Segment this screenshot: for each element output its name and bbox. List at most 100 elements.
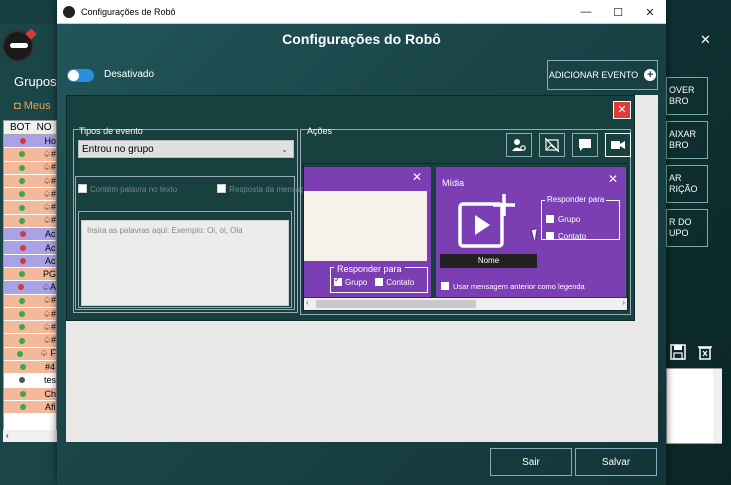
plus-circle-icon: + <box>644 69 657 81</box>
group-name-cell: Ac <box>45 229 56 240</box>
minimize-button[interactable]: — <box>570 0 602 24</box>
bot-status-icon <box>4 297 40 304</box>
respond-contact-checkbox[interactable]: Contato <box>375 278 414 287</box>
table-row[interactable]: Ac <box>4 228 56 242</box>
table-row[interactable]: ♤# <box>4 148 56 162</box>
active-toggle[interactable] <box>67 69 94 82</box>
group-name-cell: PG <box>42 269 56 280</box>
scroll-thumb[interactable] <box>316 300 476 308</box>
contains-word-checkbox[interactable]: Contém palavra no texto <box>78 184 177 194</box>
actions-hscroll[interactable]: ‹ › <box>304 298 627 310</box>
table-row[interactable]: ♤# <box>4 307 56 322</box>
group-name-cell: ♤# <box>42 162 56 173</box>
close-window-button[interactable]: ✕ <box>634 0 666 24</box>
add-event-button[interactable]: ADICIONAR EVENTO + <box>547 60 658 90</box>
bg-remove-member-button[interactable]: OVER BRO <box>666 77 708 115</box>
bot-status-icon <box>4 324 40 331</box>
table-row[interactable]: ♤# <box>4 294 56 308</box>
bot-status-icon <box>4 350 37 357</box>
media-name-label: Nome <box>440 254 537 268</box>
bg-vscroll[interactable] <box>713 369 722 443</box>
bot-status-icon <box>4 311 40 317</box>
action-message-button[interactable] <box>572 133 598 157</box>
bg-icon-row <box>670 344 712 365</box>
table-row[interactable]: Afi <box>4 400 56 415</box>
action-contact-button[interactable] <box>506 133 532 157</box>
group-name-cell: ♤# <box>42 188 56 199</box>
table-row[interactable]: Ho <box>4 135 56 149</box>
user-gear-icon <box>512 139 526 151</box>
exit-button[interactable]: Sair <box>490 448 572 476</box>
bot-status-icon <box>4 271 40 278</box>
bg-close-icon[interactable]: ✕ <box>700 32 711 48</box>
table-row[interactable]: ♤A <box>4 281 56 295</box>
table-row[interactable]: Ac <box>4 241 56 255</box>
bot-status-icon <box>4 191 40 198</box>
respond-to-title: Responder para <box>334 264 405 274</box>
group-name-cell: #4 <box>45 362 56 373</box>
bot-status-icon <box>4 364 42 371</box>
bot-status-icon <box>4 284 39 291</box>
bg-group-button[interactable]: R DO UPO <box>666 209 708 247</box>
action-video-button[interactable] <box>605 133 631 157</box>
bot-status-icon <box>4 257 42 264</box>
app-icon <box>63 5 75 18</box>
add-event-label: ADICIONAR EVENTO <box>548 70 639 80</box>
group-name-cell: Ho <box>44 136 56 147</box>
table-row[interactable]: ♤# <box>4 334 56 348</box>
chevron-down-icon: ⌄ <box>281 145 288 154</box>
respond-group-checkbox[interactable]: Grupo <box>546 215 580 224</box>
table-row[interactable]: PG <box>4 267 56 282</box>
close-card-icon[interactable]: ✕ <box>608 172 618 186</box>
table-row[interactable]: ♤# <box>4 201 56 215</box>
scroll-left-icon[interactable]: ‹ <box>306 298 309 307</box>
words-input[interactable]: Insira as palavras aqui: Exemplo: Oi, oi… <box>81 220 289 306</box>
close-card-icon[interactable]: ✕ <box>412 170 422 184</box>
add-media-icon[interactable] <box>458 194 516 255</box>
group-name-cell: ♤# <box>42 148 56 159</box>
bot-status-icon <box>4 390 41 397</box>
table-row[interactable]: ♤# <box>4 161 56 175</box>
save-button[interactable]: Salvar <box>575 448 657 476</box>
toggle-label: Desativado <box>104 69 155 80</box>
event-panel: ✕ Tipos de evento Entrou no grupo ⌄ Cont… <box>66 95 635 321</box>
table-row[interactable]: ♤# <box>4 174 56 189</box>
scroll-right-icon[interactable]: › <box>622 298 625 307</box>
use-previous-as-caption-checkbox[interactable]: Usar mensagem anterior como legenda <box>441 282 585 291</box>
filter-checkboxes: Contém palavra no texto Resposta da mens… <box>78 184 316 194</box>
robot-settings-window: Configurações de Robô — ☐ ✕ Configuraçõe… <box>57 0 666 485</box>
group-name-cell: tes <box>43 375 56 386</box>
close-event-button[interactable]: ✕ <box>613 101 631 119</box>
bot-status-icon <box>4 377 41 384</box>
text-action-content[interactable] <box>304 191 427 261</box>
table-row[interactable]: tes <box>4 374 56 388</box>
table-row[interactable]: Ch <box>4 387 56 401</box>
maximize-button[interactable]: ☐ <box>602 0 634 24</box>
trash-icon[interactable] <box>698 344 712 365</box>
table-row[interactable]: ♤ F <box>4 347 56 362</box>
media-action-card: Mídia ✕ Nome Responder para Grupo Contat… <box>436 167 626 297</box>
event-type-select[interactable]: Entrou no grupo ⌄ <box>78 140 294 158</box>
table-row[interactable]: ♤# <box>4 188 56 202</box>
table-row[interactable]: Ac <box>4 254 56 268</box>
image-off-icon <box>545 138 559 152</box>
respond-options: Grupo Contato <box>334 275 414 287</box>
video-camera-icon <box>611 141 625 149</box>
table-row[interactable]: ♤# <box>4 214 56 229</box>
table-hscroll[interactable]: ‹ <box>3 430 57 442</box>
title-bar[interactable]: Configurações de Robô — ☐ ✕ <box>57 0 666 24</box>
respond-contact-checkbox[interactable]: Contato <box>546 232 586 241</box>
group-name-cell: ♤# <box>42 308 56 319</box>
respond-group-checkbox[interactable]: Grupo <box>334 275 367 287</box>
bot-status-icon <box>4 138 41 145</box>
groups-table[interactable]: BOT NO Ho ♤# ♤# ♤# ♤# ♤# ♤# Ac Ac Ac PG ♤A ♤# ♤# ♤# ♤# ♤… <box>3 120 57 442</box>
bg-lower-member-button[interactable]: AIXAR BRO <box>666 121 708 159</box>
action-no-image-button[interactable] <box>539 133 565 157</box>
table-row[interactable]: #4 <box>4 361 56 375</box>
actions-strip: ✕ Responder para Grupo Contato Mídia ✕ N… <box>303 163 628 311</box>
bg-description-button[interactable]: AR RIÇÃO <box>666 165 708 203</box>
table-row[interactable]: ♤# <box>4 321 56 335</box>
save-icon[interactable] <box>670 344 686 365</box>
text-action-card: ✕ Responder para Grupo Contato <box>304 167 431 297</box>
event-type-label: Tipos de evento <box>79 126 143 136</box>
